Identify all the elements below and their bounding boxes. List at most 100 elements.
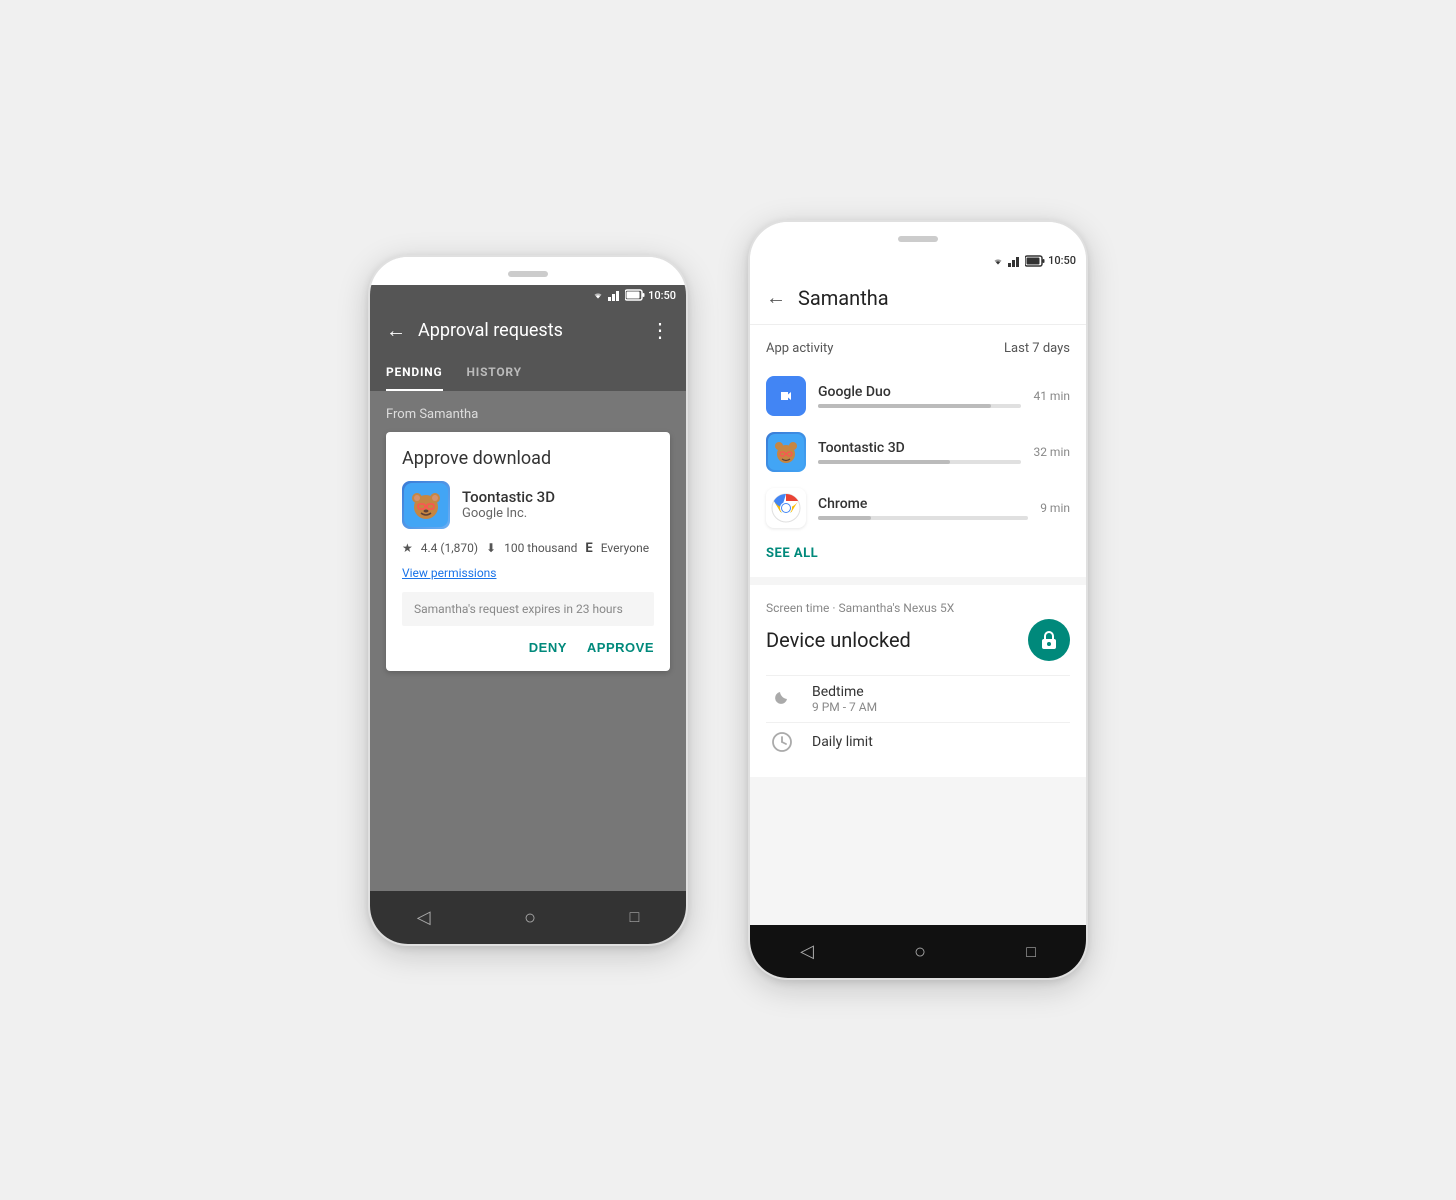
wifi-icon-2	[991, 255, 1005, 267]
nav2-square-icon[interactable]: □	[1026, 942, 1036, 962]
bedtime-value: 9 PM - 7 AM	[812, 700, 877, 714]
lock-button[interactable]	[1028, 619, 1070, 661]
expiry-text: Samantha's request expires in 23 hours	[402, 592, 654, 626]
app-info: Toontastic 3D Google Inc.	[402, 481, 654, 529]
clock-svg	[771, 731, 793, 753]
phone2-header-title: Samantha	[798, 286, 889, 310]
download-icon: ⬇	[486, 541, 496, 555]
phone1-tabs: PENDING HISTORY	[370, 355, 686, 391]
card-title: Approve download	[402, 448, 654, 469]
audience-icon: E	[585, 541, 592, 556]
app-row-chrome: Chrome 9 min	[766, 480, 1070, 536]
nav2-back-icon[interactable]: ◁	[800, 941, 814, 962]
activity-period: Last 7 days	[1004, 341, 1070, 356]
activity-section-header: App activity Last 7 days	[766, 341, 1070, 356]
wifi-icon	[591, 289, 605, 301]
app-row-duo: Google Duo 41 min	[766, 368, 1070, 424]
battery-icon	[625, 289, 645, 301]
nav2-home-icon[interactable]: ○	[914, 939, 926, 964]
toontastic-progress-fill	[818, 460, 950, 464]
phone1-content: From Samantha Approve download	[370, 391, 686, 891]
chrome-progress-bg	[818, 516, 1028, 520]
moon-svg	[771, 688, 793, 710]
duo-progress-fill	[818, 404, 991, 408]
toontastic-time: 32 min	[1033, 445, 1070, 459]
phone2-status-bar: 10:50	[750, 250, 1086, 271]
chrome-time: 9 min	[1040, 501, 1070, 515]
daily-limit-info: Daily limit	[812, 734, 873, 750]
duo-svg	[773, 383, 799, 409]
phone1-status-icons: 10:50	[591, 289, 676, 302]
card-actions: DENY APPROVE	[402, 640, 654, 655]
view-permissions-link[interactable]: View permissions	[402, 566, 654, 580]
phone2-top	[750, 222, 1086, 250]
phone-2: 10:50 ← Samantha App activity Last 7 day…	[748, 220, 1088, 980]
phone2-nav: ◁ ○ □	[750, 925, 1086, 978]
signal-icon	[608, 289, 622, 301]
chrome-info: Chrome	[818, 496, 1028, 520]
deny-button[interactable]: DENY	[529, 640, 567, 655]
app-activity-section: App activity Last 7 days Google Duo	[750, 325, 1086, 577]
signal-icon-2	[1008, 255, 1022, 267]
tab-history[interactable]: HISTORY	[467, 355, 522, 391]
duo-progress-bg	[818, 404, 1021, 408]
phone1-header-title: Approval requests	[418, 320, 638, 341]
chrome-app-icon	[766, 488, 806, 528]
device-title: Device unlocked	[766, 628, 911, 652]
phone2-content: App activity Last 7 days Google Duo	[750, 325, 1086, 925]
duo-name: Google Duo	[818, 384, 1021, 400]
phone1-speaker	[508, 271, 548, 277]
device-section: Screen time · Samantha's Nexus 5X Device…	[750, 585, 1086, 777]
chrome-progress-fill	[818, 516, 871, 520]
toontastic-app-icon	[402, 481, 450, 529]
toontastic-activity-icon	[766, 432, 806, 472]
moon-icon	[766, 688, 798, 710]
duo-time: 41 min	[1033, 389, 1070, 403]
tab-pending[interactable]: PENDING	[386, 355, 443, 391]
app-rating: 4.4 (1,870)	[421, 541, 478, 555]
approval-card: Approve download	[386, 432, 670, 671]
star-icon: ★	[402, 541, 413, 555]
device-title-row: Device unlocked	[766, 619, 1070, 661]
bedtime-row: Bedtime 9 PM - 7 AM	[766, 675, 1070, 722]
nav-home-icon[interactable]: ○	[524, 905, 536, 930]
phone-1: 10:50 ← Approval requests ⋮ PENDING HIST…	[368, 255, 688, 946]
phone1-nav: ◁ ○ □	[370, 891, 686, 944]
phone2-screen: 10:50 ← Samantha App activity Last 7 day…	[750, 250, 1086, 925]
toontastic-name: Toontastic 3D	[818, 440, 1021, 456]
app-row-toontastic: Toontastic 3D 32 min	[766, 424, 1070, 480]
clock-icon	[766, 731, 798, 753]
phone1-app-header: ← Approval requests ⋮	[370, 306, 686, 355]
approve-button[interactable]: APPROVE	[587, 640, 654, 655]
duo-app-icon	[766, 376, 806, 416]
nav-back-icon[interactable]: ◁	[417, 907, 431, 928]
see-all-button[interactable]: SEE ALL	[766, 546, 1070, 561]
phone2-speaker	[898, 236, 938, 242]
lock-icon	[1038, 629, 1060, 651]
app-audience: Everyone	[601, 541, 649, 555]
bedtime-info: Bedtime 9 PM - 7 AM	[812, 684, 877, 714]
app-name-info: Toontastic 3D Google Inc.	[462, 488, 555, 521]
toontastic-progress-bg	[818, 460, 1021, 464]
phone2-time: 10:50	[1048, 254, 1076, 267]
battery-icon-2	[1025, 255, 1045, 267]
device-subtitle: Screen time · Samantha's Nexus 5X	[766, 601, 1070, 615]
phone1-more-button[interactable]: ⋮	[650, 318, 670, 342]
toontastic-activity-svg	[768, 434, 804, 470]
chrome-name: Chrome	[818, 496, 1028, 512]
nav-square-icon[interactable]: □	[630, 907, 640, 927]
phone1-screen: 10:50 ← Approval requests ⋮ PENDING HIST…	[370, 285, 686, 891]
app-meta: ★ 4.4 (1,870) ⬇ 100 thousand E Everyone	[402, 541, 654, 556]
activity-label: App activity	[766, 341, 833, 356]
daily-limit-row: Daily limit	[766, 722, 1070, 761]
app-name-text: Toontastic 3D	[462, 488, 555, 506]
chrome-svg	[770, 492, 802, 524]
app-dev-text: Google Inc.	[462, 506, 555, 521]
phone2-back-arrow[interactable]: ←	[766, 285, 786, 310]
phone1-back-arrow[interactable]: ←	[386, 318, 406, 343]
from-label: From Samantha	[386, 407, 670, 422]
phone2-status-icons: 10:50	[991, 254, 1076, 267]
app-downloads: 100 thousand	[504, 541, 577, 555]
phone1-top	[370, 257, 686, 285]
toontastic-info: Toontastic 3D	[818, 440, 1021, 464]
